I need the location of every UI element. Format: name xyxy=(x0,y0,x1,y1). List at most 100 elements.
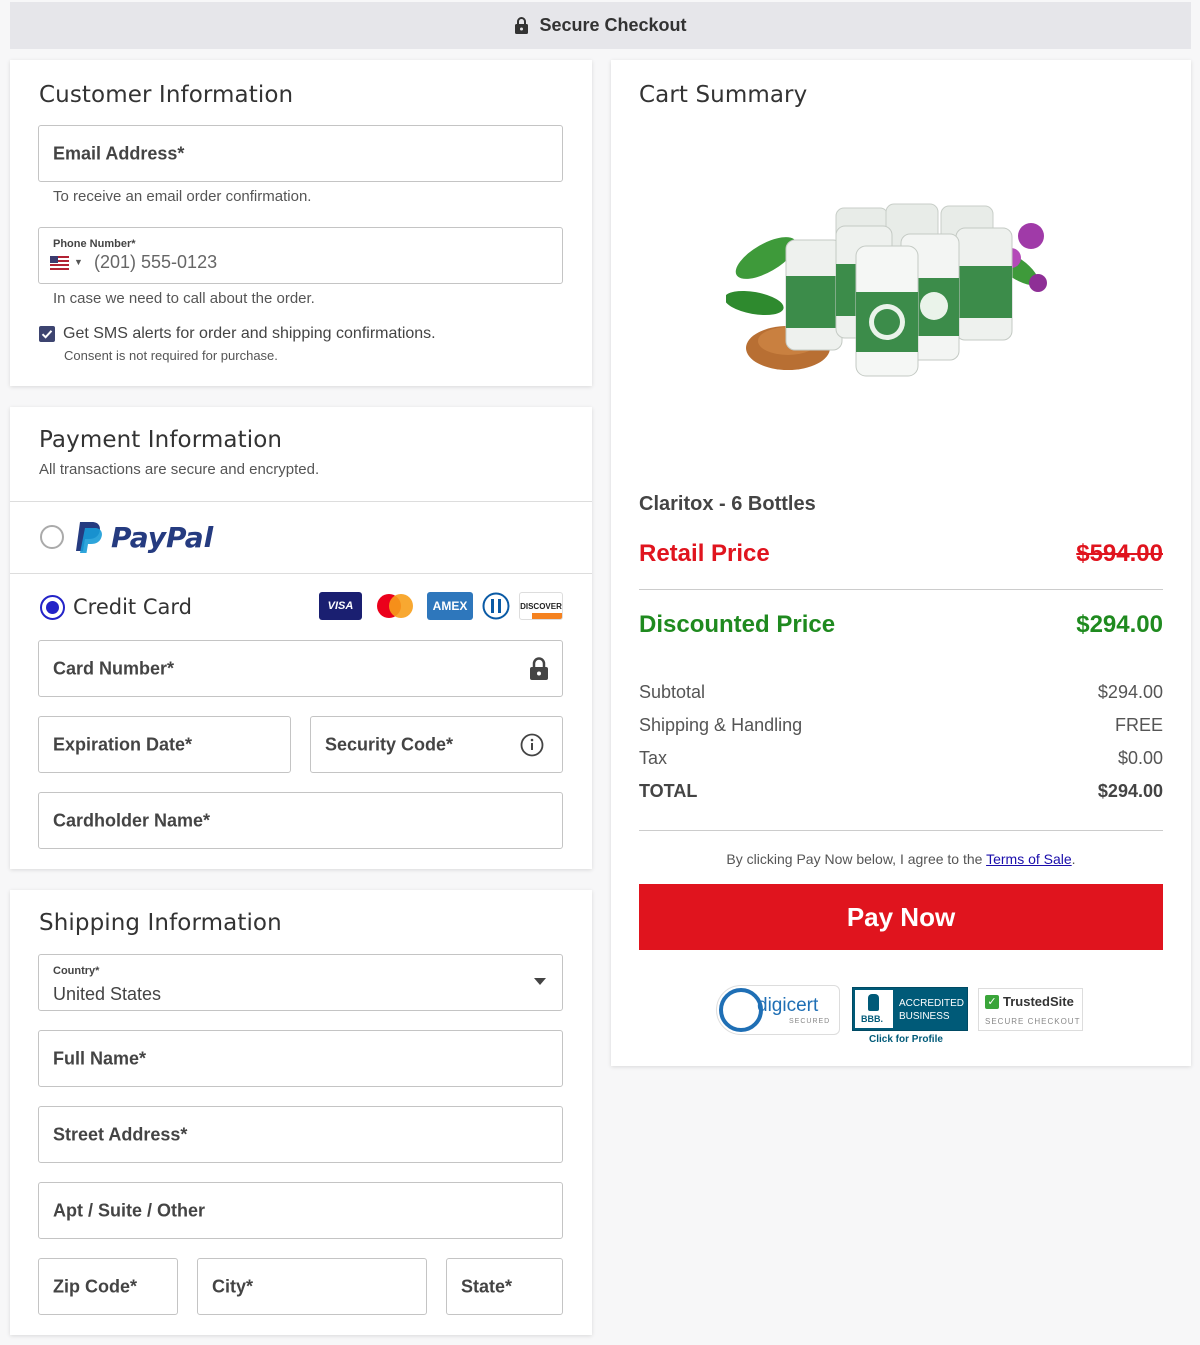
shipping-label: Shipping & Handling xyxy=(639,715,803,735)
divider xyxy=(639,589,1163,590)
street-label: Street Address* xyxy=(53,1124,188,1144)
bbb-accredited: ACCREDITED xyxy=(899,998,965,1009)
payment-section-title: Payment Information xyxy=(39,427,283,453)
total-value: $294.00 xyxy=(1097,781,1163,801)
discover-text: DISCOVER xyxy=(520,601,562,611)
email-helper: To receive an email order confirmation. xyxy=(53,188,312,205)
sms-consent-note: Consent is not required for purchase. xyxy=(64,348,278,363)
full-name-label: Full Name* xyxy=(53,1048,147,1068)
paypal-label[interactable]: PayPal xyxy=(111,521,213,554)
chevron-down-icon xyxy=(534,978,546,985)
sms-label[interactable]: Get SMS alerts for order and shipping co… xyxy=(63,325,436,343)
card-number-field[interactable]: Card Number* xyxy=(38,640,563,697)
country-label: Country* xyxy=(53,965,100,977)
trusted-check-icon: ✓ xyxy=(985,995,999,1009)
city-label: City* xyxy=(212,1276,254,1296)
security-code-field[interactable]: Security Code* xyxy=(310,716,563,773)
digicert-text: digicert xyxy=(757,995,819,1016)
payment-subtitle: All transactions are secure and encrypte… xyxy=(39,461,320,478)
credit-card-label[interactable]: Credit Card xyxy=(73,595,192,619)
discounted-price-label: Discounted Price xyxy=(639,611,836,638)
phone-helper: In case we need to call about the order. xyxy=(53,290,315,307)
bbb-badge[interactable]: BBB. ACCREDITED BUSINESS xyxy=(852,987,968,1031)
us-flag-icon[interactable] xyxy=(50,256,69,270)
cardholder-name-field[interactable]: Cardholder Name* xyxy=(38,792,563,849)
lock-icon xyxy=(530,657,548,680)
total-row: TOTAL $294.00 xyxy=(639,781,1163,802)
info-icon[interactable] xyxy=(520,733,544,757)
cart-summary-panel: Cart Summary Claritox - 6 Bottles Retail… xyxy=(611,60,1191,1066)
discover-stripe xyxy=(532,613,562,619)
agree-suffix: . xyxy=(1071,851,1076,867)
secure-checkout-bar: Secure Checkout xyxy=(10,2,1191,49)
bbb-profile-link[interactable]: Click for Profile xyxy=(869,1034,943,1045)
credit-card-radio[interactable] xyxy=(40,595,65,620)
full-name-field[interactable]: Full Name* xyxy=(38,1030,563,1087)
apt-label: Apt / Suite / Other xyxy=(53,1200,206,1220)
subtotal-value: $294.00 xyxy=(1097,682,1163,702)
card-number-label: Card Number* xyxy=(53,658,175,678)
retail-price-value: $594.00 xyxy=(1076,540,1163,567)
bbb-business: BUSINESS xyxy=(899,1011,950,1022)
cart-section-title: Cart Summary xyxy=(639,82,808,108)
checkout-title: Secure Checkout xyxy=(539,15,687,35)
trustedsite-text: TrustedSite xyxy=(1003,994,1074,1009)
product-name: Claritox - 6 Bottles xyxy=(639,493,816,515)
divider xyxy=(639,830,1163,831)
security-code-label: Security Code* xyxy=(325,734,454,754)
expiration-label: Expiration Date* xyxy=(53,734,193,754)
checkmark-icon xyxy=(41,330,53,339)
zip-code-field[interactable]: Zip Code* xyxy=(38,1258,178,1315)
terms-agreement: By clicking Pay Now below, I agree to th… xyxy=(639,851,1163,867)
divider xyxy=(10,501,592,502)
terms-of-sale-link[interactable]: Terms of Sale xyxy=(986,851,1072,867)
email-field[interactable]: Email Address* xyxy=(38,125,563,182)
shipping-value: FREE xyxy=(1114,715,1163,735)
subtotal-label: Subtotal xyxy=(639,682,706,702)
phone-input[interactable]: (201) 555-0123 xyxy=(94,252,217,273)
pay-now-label: Pay Now xyxy=(846,901,956,932)
country-select[interactable]: Country* United States xyxy=(38,954,563,1011)
tax-row: Tax $0.00 xyxy=(639,748,1163,769)
phone-field[interactable]: Phone Number* ▼ (201) 555-0123 xyxy=(38,227,563,284)
discounted-price-value: $294.00 xyxy=(1076,611,1163,638)
lock-icon xyxy=(515,17,529,34)
apt-suite-field[interactable]: Apt / Suite / Other xyxy=(38,1182,563,1239)
street-address-field[interactable]: Street Address* xyxy=(38,1106,563,1163)
amex-icon: AMEX xyxy=(427,592,473,620)
zip-label: Zip Code* xyxy=(53,1276,137,1296)
state-field[interactable]: State* xyxy=(446,1258,563,1315)
phone-label: Phone Number* xyxy=(53,238,136,250)
email-label: Email Address* xyxy=(53,143,185,163)
pay-now-button[interactable]: Pay Now xyxy=(639,884,1163,950)
paypal-text: PayPal xyxy=(111,521,214,554)
country-value: United States xyxy=(53,984,162,1004)
product-image xyxy=(726,203,1047,377)
country-code-caret-icon[interactable]: ▼ xyxy=(74,257,83,267)
paypal-logo-icon[interactable] xyxy=(74,520,104,554)
digicert-badge[interactable]: digicert SECURED xyxy=(716,985,840,1035)
total-label: TOTAL xyxy=(639,781,698,801)
digicert-sub: SECURED xyxy=(789,1018,831,1025)
city-field[interactable]: City* xyxy=(197,1258,427,1315)
bbb-torch-icon xyxy=(868,994,879,1011)
tax-label: Tax xyxy=(639,748,668,768)
shipping-section-title: Shipping Information xyxy=(39,910,282,936)
sms-checkbox[interactable] xyxy=(39,326,55,342)
trustedsite-badge[interactable]: ✓ TrustedSite SECURE CHECKOUT xyxy=(978,988,1083,1031)
tax-value: $0.00 xyxy=(1117,748,1163,768)
bbb-logo: BBB. xyxy=(861,1014,883,1024)
divider xyxy=(10,573,592,574)
visa-icon: VISA xyxy=(319,592,362,620)
trustedsite-sub: SECURE CHECKOUT xyxy=(985,1017,1081,1026)
expiration-date-field[interactable]: Expiration Date* xyxy=(38,716,291,773)
paypal-radio[interactable] xyxy=(40,525,64,549)
payment-information-panel: Payment Information All transactions are… xyxy=(10,407,592,869)
cardholder-label: Cardholder Name* xyxy=(53,810,211,830)
subtotal-row: Subtotal $294.00 xyxy=(639,682,1163,703)
discover-icon: DISCOVER xyxy=(519,592,563,620)
agree-text: By clicking Pay Now below, I agree to th… xyxy=(726,851,987,867)
shipping-row: Shipping & Handling FREE xyxy=(639,715,1163,736)
radio-dot xyxy=(46,601,59,614)
bbb-logo-box: BBB. xyxy=(855,990,893,1028)
